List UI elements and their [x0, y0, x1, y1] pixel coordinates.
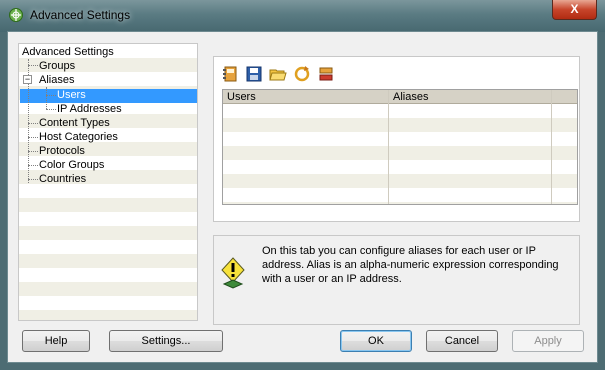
app-icon: [8, 7, 24, 23]
ok-button[interactable]: OK: [340, 330, 412, 352]
tree-connector: [46, 95, 56, 96]
refresh-icon: [294, 66, 310, 82]
tools-button[interactable]: [316, 64, 336, 84]
save-icon: [246, 66, 262, 82]
open-folder-icon: [269, 69, 287, 81]
column-divider: [551, 90, 552, 204]
tree-connector: [46, 109, 56, 110]
column-header-users[interactable]: Users: [223, 90, 389, 104]
tree-item-aliases[interactable]: Aliases: [39, 73, 74, 87]
help-button[interactable]: Help: [22, 330, 90, 352]
save-button[interactable]: [244, 64, 264, 84]
close-icon: X: [570, 2, 579, 16]
tools-icon: [319, 67, 333, 81]
tree-item-countries[interactable]: Countries: [39, 172, 86, 186]
tree-connector: [28, 137, 38, 138]
tree-root-advanced-settings[interactable]: Advanced Settings: [22, 45, 114, 59]
tree-connector: [28, 151, 38, 152]
tree-connector: [28, 123, 38, 124]
lightbulb-info-icon: [220, 256, 246, 290]
address-book-icon: [223, 66, 237, 82]
aliases-grid[interactable]: Users Aliases: [222, 89, 578, 205]
tree-item-groups[interactable]: Groups: [39, 59, 75, 73]
collapse-aliases-icon[interactable]: −: [23, 75, 32, 84]
tree-connector: [28, 65, 38, 66]
info-panel: On this tab you can configure aliases fo…: [213, 235, 580, 325]
close-button[interactable]: X: [552, 0, 597, 20]
aliases-panel: Users Aliases: [213, 56, 580, 222]
tree-connector: [46, 87, 47, 109]
column-divider: [388, 90, 389, 204]
settings-button[interactable]: Settings...: [109, 330, 223, 352]
tree-item-users-label: Users: [57, 89, 86, 101]
column-header-aliases[interactable]: Aliases: [389, 90, 577, 104]
info-description: On this tab you can configure aliases fo…: [262, 245, 559, 285]
settings-tree[interactable]: Advanced Settings − Groups Aliases Users…: [18, 43, 198, 321]
title-bar[interactable]: Advanced Settings X: [0, 0, 605, 32]
tree-item-protocols[interactable]: Protocols: [39, 144, 85, 158]
tree-connector: [28, 179, 38, 180]
apply-button[interactable]: Apply: [512, 330, 584, 352]
refresh-button[interactable]: [292, 64, 312, 84]
address-book-button[interactable]: [220, 64, 240, 84]
cancel-button[interactable]: Cancel: [426, 330, 498, 352]
tree-item-content-types[interactable]: Content Types: [39, 116, 110, 130]
tree-connector: [28, 165, 38, 166]
tree-item-ip-addresses[interactable]: IP Addresses: [57, 102, 122, 116]
window-title: Advanced Settings: [30, 8, 131, 22]
tree-item-color-groups[interactable]: Color Groups: [39, 158, 104, 172]
open-button[interactable]: [268, 64, 288, 84]
tree-item-host-categories[interactable]: Host Categories: [39, 130, 118, 144]
grid-header: Users Aliases: [223, 90, 577, 104]
settings-window: Advanced Settings X Advanced Settings − …: [0, 0, 605, 370]
tree-item-users[interactable]: Users: [57, 88, 86, 102]
dialog-client-area: Advanced Settings − Groups Aliases Users…: [7, 31, 598, 363]
